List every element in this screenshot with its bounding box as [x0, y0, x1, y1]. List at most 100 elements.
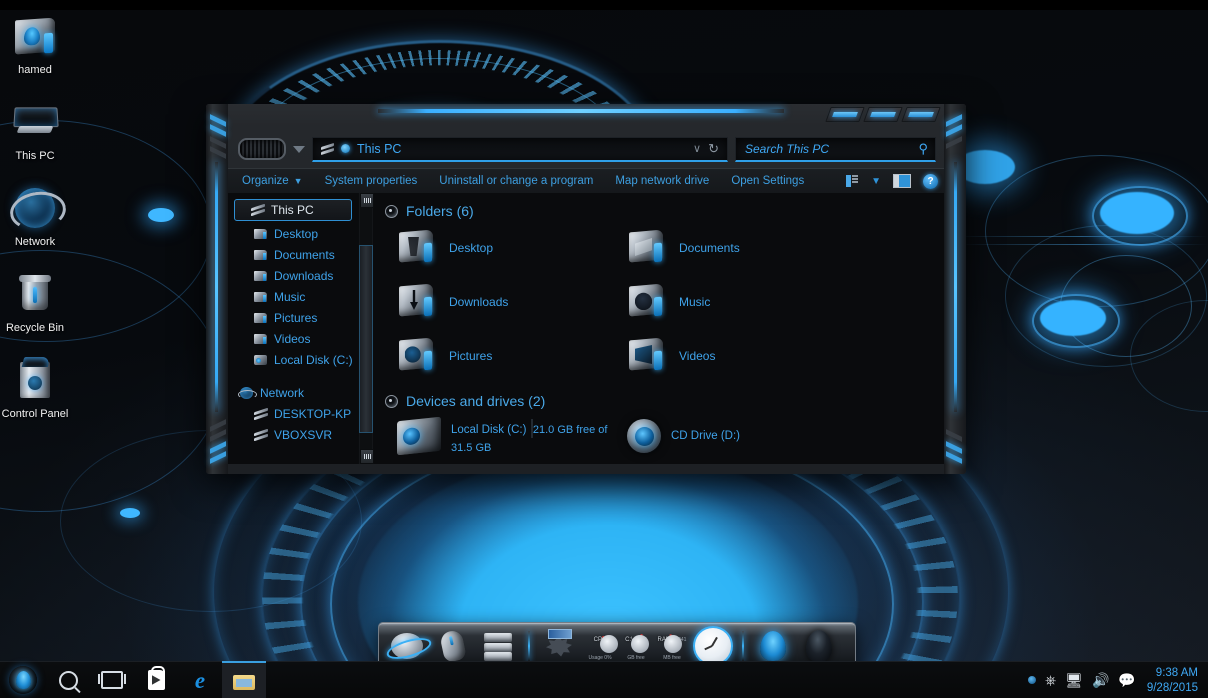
- preview-pane-button[interactable]: [887, 174, 917, 188]
- sidebar-item-music[interactable]: Music: [228, 286, 358, 307]
- help-button[interactable]: ?: [917, 174, 944, 189]
- window-left-frame: [206, 104, 228, 474]
- sidebar-item-label: Music: [274, 290, 305, 304]
- volume-icon[interactable]: 🔊: [1092, 673, 1109, 687]
- scroll-down-button[interactable]: [360, 449, 374, 464]
- dock-item-drives[interactable]: [479, 627, 519, 665]
- wallpaper-left-blob-1: [148, 208, 174, 222]
- close-button[interactable]: [901, 107, 940, 122]
- folder-tile-documents[interactable]: Documents: [627, 229, 857, 267]
- folder-tile-downloads[interactable]: Downloads: [397, 283, 627, 321]
- sidebar-item-videos[interactable]: Videos: [228, 328, 358, 349]
- alien-dark-icon: [806, 630, 832, 662]
- folder-tile-music[interactable]: Music: [627, 283, 857, 321]
- system-tray: ⎈ 🖥 🔊 💬 9:38 AM 9/28/2015: [1028, 665, 1208, 695]
- onedrive-icon[interactable]: [1028, 676, 1036, 684]
- taskbar-store-button[interactable]: [134, 662, 178, 698]
- input-indicator-icon[interactable]: 💬: [1118, 673, 1135, 687]
- system-properties-button[interactable]: System properties: [314, 175, 429, 187]
- dock-item-globe[interactable]: [387, 627, 427, 665]
- computer-icon: [251, 204, 265, 216]
- window-controls: [828, 107, 938, 122]
- drive-tile-cd[interactable]: CD Drive (D:): [627, 419, 740, 453]
- navigation-scrollbar[interactable]: [358, 193, 373, 464]
- sidebar-item-documents[interactable]: Documents: [228, 244, 358, 265]
- drives-grid: Local Disk (C:) 21.0 GB free of 31.5 GB: [397, 419, 944, 456]
- folder-tile-videos[interactable]: Videos: [627, 337, 857, 375]
- sidebar-item-pictures[interactable]: Pictures: [228, 307, 358, 328]
- maximize-button[interactable]: [863, 107, 902, 122]
- map-network-drive-button[interactable]: Map network drive: [604, 175, 720, 187]
- dock-item-clock[interactable]: [693, 627, 733, 665]
- dock-item-alien-dark[interactable]: [799, 627, 839, 665]
- sidebar-item-downloads[interactable]: Downloads: [228, 265, 358, 286]
- dock-item-alien-blue[interactable]: [753, 627, 793, 665]
- desktop-icon-this-pc[interactable]: This PC: [0, 98, 70, 162]
- window-title-bar[interactable]: [228, 104, 944, 130]
- sidebar-item-desktop[interactable]: Desktop: [228, 223, 358, 244]
- sidebar-item-this-pc[interactable]: This PC: [234, 199, 352, 221]
- rta-gadget-icon: [544, 633, 574, 659]
- collapse-toggle-icon[interactable]: [385, 395, 398, 408]
- taskbar-search-button[interactable]: [46, 662, 90, 698]
- sidebar-item-local-disk[interactable]: Local Disk (C:): [228, 349, 358, 370]
- open-settings-button[interactable]: Open Settings: [720, 175, 815, 187]
- user-folder-icon: [0, 12, 70, 60]
- scrollbar-thumb[interactable]: [359, 245, 373, 433]
- taskbar-edge-button[interactable]: e: [178, 662, 222, 698]
- desktop-icon-label: Control Panel: [0, 408, 70, 420]
- drives-group-header[interactable]: Devices and drives (2): [385, 393, 944, 409]
- desktop-icon-label: Network: [0, 236, 70, 248]
- recycle-bin-icon: [0, 270, 70, 318]
- dock-gadget-disk[interactable]: C:\ 20.9 GB free: [621, 628, 651, 664]
- sidebar-item-network[interactable]: Network: [228, 382, 358, 403]
- dock-gadget-cpu[interactable]: CPU Usage 0%: [585, 628, 615, 664]
- search-box[interactable]: ⚲: [735, 137, 936, 162]
- minimize-button[interactable]: [825, 107, 864, 122]
- disk-icon: [254, 354, 268, 366]
- wallpaper-line-2: [960, 244, 1208, 245]
- folders-grid: Desktop Documents Downloads: [397, 229, 944, 375]
- network-tray-icon[interactable]: 🖥: [1065, 673, 1083, 687]
- view-dropdown-button[interactable]: ▼: [865, 176, 887, 187]
- sidebar-item-vboxsvr[interactable]: VBOXSVR: [228, 424, 358, 445]
- desktop-icon-network[interactable]: Network: [0, 184, 70, 248]
- dock-item-mouse[interactable]: [433, 627, 473, 665]
- navigation-back-forward-button[interactable]: [238, 138, 286, 160]
- drive-tile-local-disk[interactable]: Local Disk (C:) 21.0 GB free of 31.5 GB: [397, 419, 627, 456]
- desktop-icon-hamed[interactable]: hamed: [0, 12, 70, 76]
- history-dropdown-icon[interactable]: [293, 146, 305, 153]
- taskbar-task-view-button[interactable]: [90, 662, 134, 698]
- folder-tile-desktop[interactable]: Desktop: [397, 229, 627, 267]
- keyboard-icon[interactable]: ⎈: [1045, 673, 1056, 687]
- organize-button[interactable]: Organize▼: [228, 175, 314, 187]
- folder-tile-pictures[interactable]: Pictures: [397, 337, 627, 375]
- search-input[interactable]: [743, 141, 918, 157]
- store-icon: [148, 670, 165, 690]
- sidebar-item-label: Downloads: [274, 269, 333, 283]
- address-bar[interactable]: This PC ∨ ↻: [312, 137, 728, 162]
- start-button[interactable]: [0, 662, 46, 698]
- taskbar-file-explorer-button[interactable]: [222, 661, 266, 698]
- desktop-icon-recycle-bin[interactable]: Recycle Bin: [0, 270, 70, 334]
- desktop-screen: hamed This PC Network Recycle Bin Contro: [0, 0, 1208, 698]
- dock-item-rta[interactable]: [539, 627, 579, 665]
- sidebar-item-label: VBOXSVR: [274, 428, 332, 442]
- scroll-up-button[interactable]: [360, 193, 374, 208]
- clock[interactable]: 9:38 AM 9/28/2015: [1145, 665, 1198, 695]
- collapse-toggle-icon[interactable]: [385, 205, 398, 218]
- screen-top-bar: [0, 0, 1208, 10]
- uninstall-program-button[interactable]: Uninstall or change a program: [428, 175, 604, 187]
- folders-group-header[interactable]: Folders (6): [385, 203, 944, 219]
- dock-gadget-ram[interactable]: RAM 2041 MB free: [657, 628, 687, 664]
- address-dropdown-icon[interactable]: ∨: [693, 142, 701, 155]
- drive-name: CD Drive (D:): [671, 430, 740, 442]
- computer-icon: [321, 143, 334, 154]
- sidebar-item-desktop-kp[interactable]: DESKTOP-KP: [228, 403, 358, 424]
- desktop-icon-control-panel[interactable]: Control Panel: [0, 356, 70, 420]
- control-panel-icon: [0, 356, 70, 404]
- folder-icon: [254, 270, 268, 282]
- refresh-icon[interactable]: ↻: [708, 141, 719, 157]
- alien-icon: [16, 671, 31, 689]
- view-layout-button[interactable]: [840, 175, 865, 187]
